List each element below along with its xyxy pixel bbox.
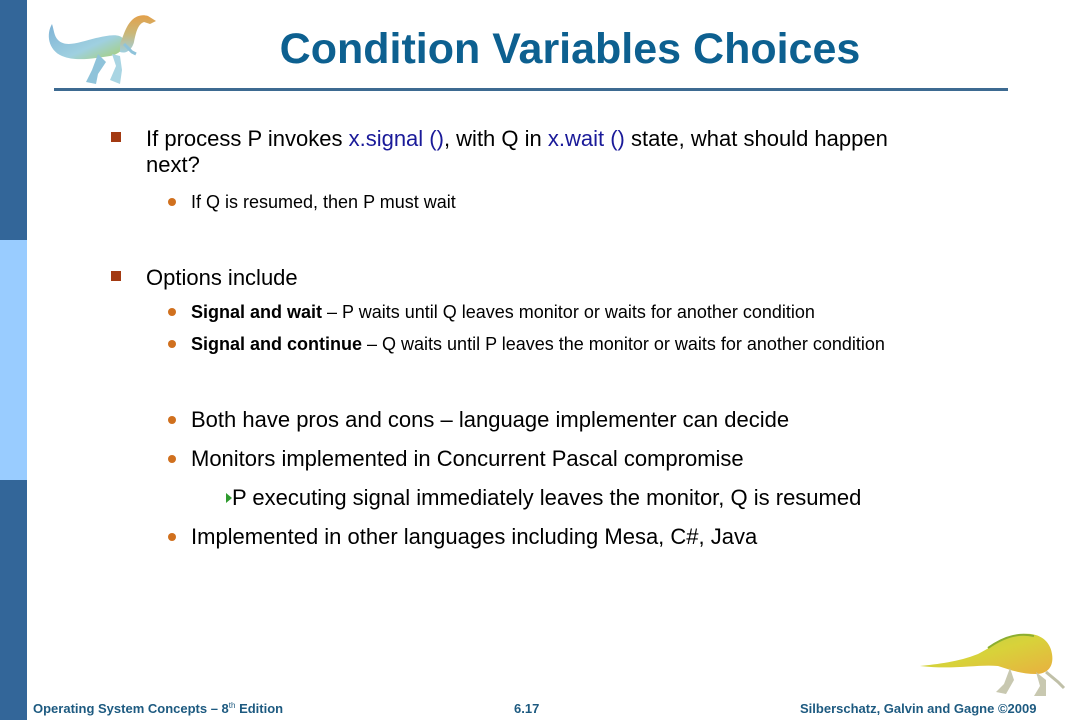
- option-description: – P waits until Q leaves monitor or wait…: [322, 302, 815, 322]
- bullet-text: Monitors implemented in Concurrent Pasca…: [191, 446, 744, 471]
- code-x-signal: x.signal (): [348, 126, 444, 151]
- footer-page-number: 6.17: [514, 701, 540, 716]
- option-name: Signal and wait: [191, 302, 323, 322]
- footer-edition-text: Edition: [235, 701, 284, 716]
- bullet-text: Implemented in other languages including…: [191, 524, 758, 549]
- option-description: – Q waits until P leaves the monitor or …: [362, 334, 885, 354]
- slide-sidebar: [0, 0, 27, 720]
- footer-copyright: Silberschatz, Galvin and Gagne ©2009: [800, 701, 1037, 716]
- bullet-text-segment: , with Q in: [443, 126, 548, 151]
- bullet-text-segment: If process P invokes: [146, 126, 349, 151]
- slide-title: Condition Variables Choices: [279, 25, 861, 73]
- code-x-wait: x.wait (): [547, 126, 625, 151]
- sidebar-segment-dark-bottom: [0, 480, 27, 720]
- round-bullet-icon: [168, 308, 176, 316]
- bullet-text: Both have pros and cons – language imple…: [191, 407, 790, 432]
- bullet-text-wrap: next?: [146, 152, 200, 177]
- bullet-text-segment: state, what should happen: [624, 126, 888, 151]
- square-bullet-icon: [111, 132, 121, 142]
- bullet-text: If process P invokes x.signal (), with Q…: [146, 126, 888, 152]
- bullet-text: Signal and continue – Q waits until P le…: [191, 334, 885, 355]
- bullet-text: If Q is resumed, then P must wait: [191, 192, 456, 212]
- footer-book-title-text: Operating System Concepts – 8: [33, 701, 229, 716]
- sidebar-segment-light: [0, 240, 27, 480]
- round-bullet-icon: [168, 533, 176, 541]
- sidebar-segment-dark-top: [0, 0, 27, 240]
- bullet-text: Options include: [146, 265, 298, 290]
- round-bullet-icon: [168, 416, 176, 424]
- bullet-text: P executing signal immediately leaves th…: [232, 485, 862, 510]
- footer-book-title: Operating System Concepts – 8th Edition: [33, 701, 283, 716]
- dinosaur-icon: [920, 633, 1066, 696]
- round-bullet-icon: [168, 198, 176, 206]
- round-bullet-icon: [168, 340, 176, 348]
- title-underline: [54, 88, 1008, 91]
- square-bullet-icon: [111, 271, 121, 281]
- bullet-text: Signal and wait – P waits until Q leaves…: [191, 302, 815, 323]
- option-name: Signal and continue: [191, 334, 363, 354]
- round-bullet-icon: [168, 455, 176, 463]
